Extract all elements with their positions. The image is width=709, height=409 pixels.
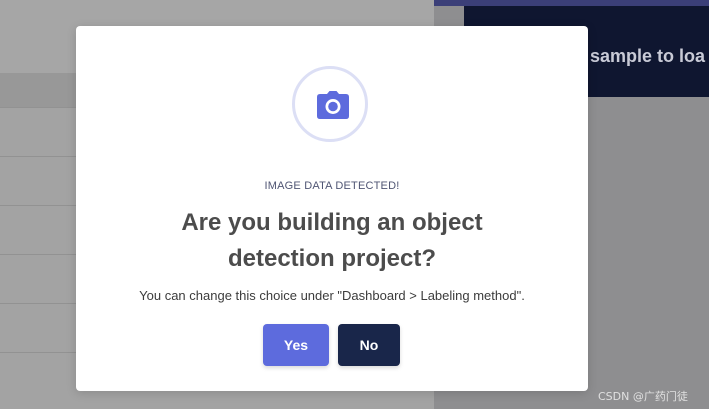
- labeling-method-modal: IMAGE DATA DETECTED! Are you building an…: [76, 26, 588, 391]
- no-button[interactable]: No: [338, 324, 400, 366]
- modal-title: Are you building an object detection pro…: [181, 209, 483, 272]
- background-sample-card-text: sample to loa: [590, 46, 706, 66]
- modal-subtitle: You can change this choice under "Dashbo…: [139, 288, 525, 303]
- modal-eyebrow: IMAGE DATA DETECTED!: [264, 180, 400, 192]
- camera-icon: [317, 91, 349, 119]
- yes-button[interactable]: Yes: [263, 324, 329, 366]
- icon-circle: [292, 66, 368, 142]
- watermark: CSDN @广药门徒: [598, 390, 688, 403]
